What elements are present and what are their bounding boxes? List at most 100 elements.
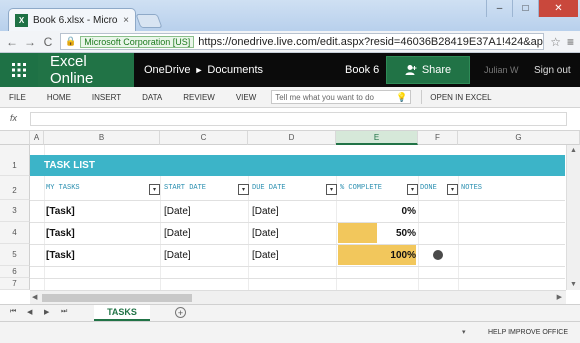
header-done[interactable]: DONE: [420, 176, 437, 200]
add-sheet-button[interactable]: +: [175, 307, 186, 318]
formula-input[interactable]: [30, 112, 567, 126]
header-my-tasks[interactable]: MY TASKS: [46, 176, 80, 200]
sign-out-link[interactable]: Sign out: [534, 53, 580, 87]
scroll-down-icon[interactable]: ▼: [570, 281, 577, 288]
row-header-4[interactable]: 4: [0, 222, 30, 244]
certificate-badge[interactable]: Microsoft Corporation [US]: [80, 35, 195, 48]
column-header-f[interactable]: F: [418, 131, 458, 145]
column-header-d[interactable]: D: [248, 131, 336, 145]
browser-menu-icon[interactable]: ≡: [567, 35, 574, 49]
status-bar: ▾ HELP IMPROVE OFFICE: [0, 321, 580, 343]
scroll-up-icon[interactable]: ▲: [570, 147, 577, 154]
gridline: [30, 244, 565, 245]
due-date-cell[interactable]: [Date]: [252, 244, 279, 266]
document-name[interactable]: Book 6: [345, 64, 379, 76]
task-cell[interactable]: [Task]: [46, 200, 75, 222]
task-cell[interactable]: [Task]: [46, 222, 75, 244]
tab-close-icon[interactable]: ×: [123, 15, 129, 26]
column-header-a[interactable]: A: [30, 131, 44, 145]
column-header-c[interactable]: C: [160, 131, 248, 145]
open-in-excel-button[interactable]: OPEN IN EXCEL: [430, 93, 491, 102]
new-tab-button[interactable]: [135, 14, 163, 28]
horizontal-scrollbar[interactable]: ◀ ▶: [30, 290, 566, 304]
user-name[interactable]: Julian W: [484, 53, 534, 87]
tab-view[interactable]: VIEW: [236, 93, 256, 102]
done-indicator-icon[interactable]: [433, 250, 443, 260]
help-improve-office-link[interactable]: HELP IMPROVE OFFICE: [488, 329, 568, 336]
reload-icon[interactable]: C: [42, 35, 54, 49]
status-dropdown-icon[interactable]: ▾: [462, 328, 466, 336]
column-header-e[interactable]: E: [336, 131, 418, 145]
due-date-cell[interactable]: [Date]: [252, 222, 279, 244]
row-header-2[interactable]: 2: [0, 176, 30, 200]
percent-complete-cell[interactable]: 0%: [338, 200, 416, 222]
tell-me-input[interactable]: Tell me what you want to do 💡: [271, 90, 412, 104]
gridline: [30, 200, 565, 201]
row-header-5[interactable]: 5: [0, 244, 30, 266]
header-notes[interactable]: NOTES: [461, 176, 482, 200]
due-date-cell[interactable]: [Date]: [252, 200, 279, 222]
scroll-right-icon[interactable]: ▶: [557, 293, 562, 301]
task-cell[interactable]: [Task]: [46, 244, 75, 266]
tab-review[interactable]: REVIEW: [183, 93, 215, 102]
column-header-g[interactable]: G: [458, 131, 580, 145]
percent-complete-cell[interactable]: 100%: [338, 244, 416, 266]
last-sheet-icon[interactable]: ⏭: [61, 308, 67, 316]
tab-file[interactable]: FILE: [9, 93, 26, 102]
scroll-left-icon[interactable]: ◀: [32, 293, 37, 301]
share-button[interactable]: Share: [386, 56, 470, 84]
next-sheet-icon[interactable]: ▶: [44, 308, 49, 316]
sheet-tab-bar: ⏮ ◀ ▶ ⏭ TASKS +: [0, 304, 580, 321]
filter-dropdown-icon[interactable]: ▾: [447, 184, 458, 195]
tab-data[interactable]: DATA: [142, 93, 162, 102]
start-date-cell[interactable]: [Date]: [164, 244, 191, 266]
previous-sheet-icon[interactable]: ◀: [27, 308, 32, 316]
row-header-1[interactable]: 1: [0, 145, 30, 176]
first-sheet-icon[interactable]: ⏮: [10, 308, 16, 316]
back-arrow-icon[interactable]: ←: [6, 35, 18, 49]
worksheet-grid[interactable]: A B C D E F G 1 2 3 4 5 6 7 TASK LIST MY…: [0, 131, 580, 304]
row-header-6[interactable]: 6: [0, 266, 30, 278]
header-percent-complete[interactable]: % COMPLETE: [340, 176, 382, 200]
filter-dropdown-icon[interactable]: ▾: [149, 184, 160, 195]
row-header-3[interactable]: 3: [0, 200, 30, 222]
header-due-date[interactable]: DUE DATE: [252, 176, 286, 200]
tab-home[interactable]: HOME: [47, 93, 71, 102]
window-controls: – □ ✕: [486, 0, 578, 17]
sheet-tab-tasks[interactable]: TASKS: [94, 305, 150, 321]
app-launcher-icon[interactable]: [0, 53, 38, 87]
breadcrumb: OneDrive ► Documents Book 6: [134, 53, 386, 87]
waffle-grid-icon: [12, 63, 26, 77]
vertical-scrollbar[interactable]: ▲ ▼: [566, 145, 580, 290]
horizontal-scroll-thumb[interactable]: [42, 294, 192, 302]
gridline: [336, 176, 337, 304]
filter-dropdown-icon[interactable]: ▾: [326, 184, 337, 195]
gridline: [458, 176, 459, 304]
bookmark-star-icon[interactable]: ☆: [550, 35, 561, 49]
browser-tab[interactable]: X Book 6.xlsx - Microsoft Ex ×: [8, 8, 136, 31]
filter-dropdown-icon[interactable]: ▾: [407, 184, 418, 195]
start-date-cell[interactable]: [Date]: [164, 200, 191, 222]
function-icon[interactable]: fx: [10, 113, 17, 123]
tab-insert[interactable]: INSERT: [92, 93, 121, 102]
url-text[interactable]: https://onedrive.live.com/edit.aspx?resi…: [198, 36, 543, 48]
close-window-button[interactable]: ✕: [538, 0, 578, 17]
column-header-b[interactable]: B: [44, 131, 160, 145]
start-date-cell[interactable]: [Date]: [164, 222, 191, 244]
row-header-7[interactable]: 7: [0, 278, 30, 290]
filter-dropdown-icon[interactable]: ▾: [238, 184, 249, 195]
minimize-button[interactable]: –: [486, 0, 512, 17]
breadcrumb-documents[interactable]: Documents: [207, 64, 263, 76]
forward-arrow-icon[interactable]: →: [24, 35, 36, 49]
maximize-button[interactable]: □: [512, 0, 538, 17]
header-start-date[interactable]: START DATE: [164, 176, 206, 200]
gridline: [160, 176, 161, 304]
app-name[interactable]: Excel Online: [38, 53, 134, 87]
select-all-corner[interactable]: [0, 131, 30, 145]
tab-title: Book 6.xlsx - Microsoft Ex: [33, 14, 118, 26]
url-field[interactable]: 🔒 Microsoft Corporation [US] https://one…: [60, 33, 545, 50]
percent-complete-cell[interactable]: 50%: [338, 222, 416, 244]
task-list-title[interactable]: TASK LIST: [30, 155, 565, 176]
breadcrumb-onedrive[interactable]: OneDrive: [144, 64, 190, 76]
share-label: Share: [421, 64, 452, 76]
